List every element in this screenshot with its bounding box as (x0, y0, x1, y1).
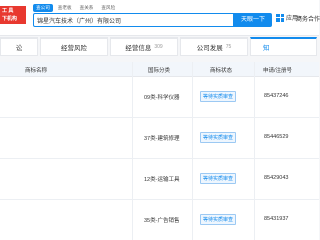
tab-operating-risk[interactable]: 经营风险 (40, 37, 108, 56)
search-tab-boss[interactable]: 查老板 (55, 4, 75, 12)
column-header-name: 商标名称 (25, 68, 48, 74)
class-cell: 35类-广告销售 (144, 218, 180, 224)
search-tab-relation[interactable]: 查关系 (77, 4, 97, 12)
logo-line-1: 工 具 (2, 8, 14, 14)
tab-label: 公司发展 (196, 45, 223, 52)
status-badge: 等待实质审查 (200, 173, 237, 184)
table-row[interactable]: 35类-广告销售 等待实质审查 85431937 (0, 200, 319, 240)
tab-label: 经营信息 (125, 45, 152, 52)
tab-company-development[interactable]: 公司发展 75 (180, 37, 248, 56)
tab-label: 讼 (15, 45, 23, 52)
column-header-reg-no: 申请/注册号 (263, 68, 293, 74)
tab-label: 经营风险 (61, 45, 87, 52)
reg-no-cell: 85429043 (264, 175, 289, 181)
site-logo[interactable]: 工 具 下机构 (0, 6, 26, 24)
reg-no-cell: 85437246 (264, 93, 289, 99)
class-cell: 12类-运输工具 (144, 177, 180, 183)
status-badge: 等待实质审查 (200, 214, 237, 225)
search-input[interactable] (37, 14, 207, 26)
tab-count: 309 (154, 44, 163, 50)
column-header-class: 国际分类 (148, 68, 171, 74)
tab-label: 知 (263, 45, 270, 52)
logo-line-2: 下机构 (2, 16, 18, 22)
table-row[interactable]: 37类-建筑修理 等待实质审查 85446529 (0, 118, 319, 159)
trademark-table: 商标名称 国际分类 商标状态 申请/注册号 09类-科学仪器 等待实质审查 85… (0, 62, 319, 240)
class-cell: 09类-科学仪器 (144, 95, 180, 101)
table-row[interactable]: 09类-科学仪器 等待实质审查 85437246 (0, 77, 319, 118)
table-header: 商标名称 国际分类 商标状态 申请/注册号 (0, 62, 319, 77)
search-button[interactable]: 天眼一下 (234, 13, 272, 27)
nav-business[interactable]: 商务合作 (296, 14, 320, 23)
section-tabs: 讼 经营风险 经营信息 309 公司发展 75 知 (0, 37, 319, 56)
table-row[interactable]: 12类-运输工具 等待实质审查 85429043 (0, 159, 319, 200)
reg-no-cell: 85431937 (264, 216, 289, 222)
search-box (33, 13, 234, 27)
class-cell: 37类-建筑修理 (144, 136, 180, 142)
tab-intellectual-property[interactable]: 知 (250, 37, 317, 56)
status-badge: 等待实质审查 (200, 132, 237, 143)
search-tab-risk[interactable]: 查风险 (98, 4, 118, 12)
reg-no-cell: 85446529 (264, 134, 289, 140)
search-tab-company[interactable]: 查公司 (33, 4, 53, 12)
tab-count: 75 (225, 44, 232, 50)
grid-icon (276, 13, 284, 22)
column-header-status: 商标状态 (210, 68, 233, 74)
search-type-tabs: 查公司 查老板 查关系 查风险 (33, 4, 118, 12)
tab-litigation[interactable]: 讼 (0, 37, 38, 56)
top-header: 工 具 下机构 查公司 查老板 查关系 查风险 天眼一下 应用 ▾ 商务合作 (0, 0, 320, 36)
status-badge: 等待实质审查 (200, 91, 237, 102)
tab-operating-info[interactable]: 经营信息 309 (110, 37, 178, 56)
